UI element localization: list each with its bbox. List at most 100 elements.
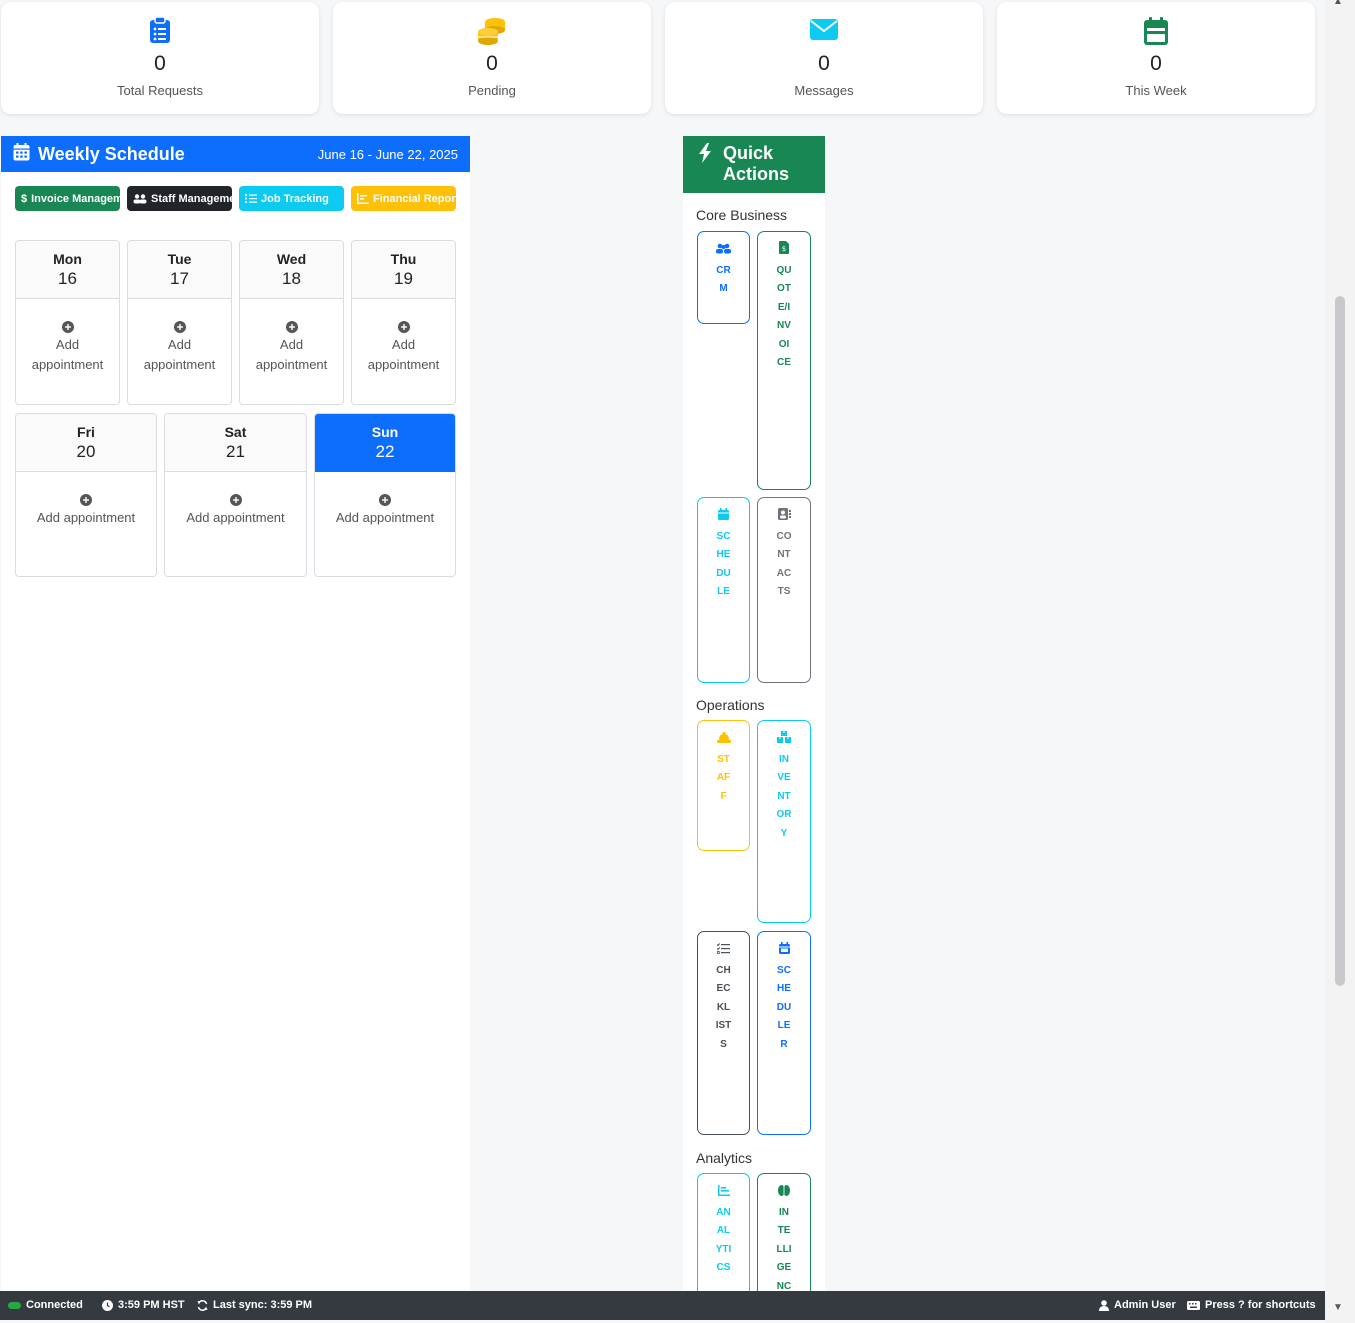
- contacts-button[interactable]: CONTACTS: [757, 497, 811, 683]
- quick-actions-header: Quick Actions: [683, 136, 825, 193]
- add-appointment-button[interactable]: Add appointment: [352, 299, 455, 375]
- keyboard-shortcuts-text: Press ? for shortcuts: [1205, 1299, 1316, 1311]
- current-time-text: 3:59 PM HST: [118, 1299, 185, 1311]
- day-number: 16: [58, 269, 77, 288]
- crm-label: CRM: [716, 265, 731, 295]
- day-header: Tue 17: [128, 241, 231, 299]
- day-name: Tue: [167, 251, 192, 267]
- user-name: Admin User: [1114, 1299, 1176, 1311]
- staff-label: STAFF: [716, 754, 731, 802]
- chart-icon: [717, 1185, 730, 1196]
- plus-circle-icon: [397, 321, 410, 333]
- add-appointment-label: Add appointment: [143, 337, 216, 372]
- section-title-analytics: Analytics: [696, 1150, 753, 1166]
- add-appointment-label: Add appointment: [335, 510, 435, 525]
- financial-reports-label: Financial Reports: [373, 192, 456, 205]
- plus-circle-icon: [173, 321, 186, 333]
- scheduler-button[interactable]: SCHEDULER: [757, 931, 811, 1135]
- day-card-fri[interactable]: Fri 20 Add appointment: [15, 413, 157, 577]
- stat-value: 0: [486, 52, 498, 75]
- day-number: 19: [394, 269, 413, 288]
- contacts-label: CONTACTS: [776, 531, 792, 598]
- scroll-up-arrow-icon[interactable]: ▲: [1333, 0, 1343, 7]
- day-name: Fri: [77, 424, 95, 440]
- add-appointment-button[interactable]: Add appointment: [315, 472, 455, 528]
- chart-icon: [357, 193, 369, 204]
- stat-label: Pending: [468, 83, 516, 98]
- day-name: Wed: [276, 251, 307, 267]
- day-card-sat[interactable]: Sat 21 Add appointment: [164, 413, 307, 577]
- boxes-icon: [777, 731, 791, 743]
- last-sync-text: Last sync: 3:59 PM: [213, 1299, 313, 1311]
- quote-invoice-button[interactable]: $ QUOTE/INVOICE: [757, 231, 811, 490]
- plus-circle-icon: [379, 494, 391, 506]
- day-number: 21: [226, 442, 245, 461]
- user-icon: [1099, 1299, 1109, 1311]
- coins-icon: [333, 16, 651, 46]
- checklists-button[interactable]: CHECKLISTS: [697, 931, 750, 1135]
- day-card-thu[interactable]: Thu 19 Add appointment: [351, 240, 456, 405]
- users-icon: [716, 243, 731, 254]
- day-card-sun-today[interactable]: Sun 22 Add appointment: [314, 413, 456, 577]
- job-tracking-label: Job Tracking: [261, 192, 329, 205]
- crm-button[interactable]: CRM: [697, 231, 750, 324]
- plus-circle-icon: [80, 494, 92, 506]
- current-time: 3:59 PM HST: [102, 1299, 185, 1311]
- staff-management-button[interactable]: Staff Management: [127, 186, 232, 211]
- keyboard-shortcuts-hint[interactable]: Press ? for shortcuts: [1187, 1299, 1316, 1311]
- staff-button[interactable]: STAFF: [697, 720, 750, 851]
- bolt-icon: [699, 143, 711, 163]
- add-appointment-button[interactable]: Add appointment: [240, 299, 343, 375]
- plus-circle-icon: [285, 321, 298, 333]
- tasks-icon: [245, 194, 257, 203]
- quote-invoice-label: QUOTE/INVOICE: [776, 265, 792, 369]
- section-title-core-business: Core Business: [696, 207, 788, 223]
- add-appointment-button[interactable]: Add appointment: [128, 299, 231, 375]
- day-name: Mon: [53, 251, 82, 267]
- weekly-schedule-header: Weekly Schedule June 16 - June 22, 2025: [1, 136, 470, 172]
- last-sync: Last sync: 3:59 PM: [197, 1299, 312, 1311]
- schedule-button[interactable]: SCHEDULE: [697, 497, 750, 683]
- plus-circle-icon: [61, 321, 74, 333]
- inventory-button[interactable]: INVENTORY: [757, 720, 811, 923]
- add-appointment-label: Add appointment: [367, 337, 440, 372]
- users-icon: [133, 193, 147, 203]
- job-tracking-button[interactable]: Job Tracking: [239, 186, 344, 211]
- scroll-down-arrow-icon[interactable]: ▼: [1333, 1302, 1343, 1313]
- clipboard-list-icon: [1, 16, 319, 44]
- day-header: Sun 22: [315, 414, 455, 472]
- connection-status-text: Connected: [26, 1299, 83, 1311]
- day-card-wed[interactable]: Wed 18 Add appointment: [239, 240, 344, 405]
- keyboard-icon: [1187, 1300, 1200, 1310]
- stat-label: Messages: [794, 83, 854, 98]
- day-number: 20: [76, 442, 96, 461]
- invoice-management-button[interactable]: $ Invoice Management: [15, 186, 120, 211]
- financial-reports-button[interactable]: Financial Reports: [351, 186, 456, 211]
- day-number: 17: [170, 269, 189, 288]
- user-menu[interactable]: Admin User: [1099, 1299, 1176, 1311]
- quick-actions-panel: Quick Actions Core Business CRM $ QUOTE/…: [683, 136, 825, 1313]
- stat-card-this-week: 0 This Week: [997, 2, 1315, 114]
- address-book-icon: [777, 508, 791, 520]
- invoice-icon: $: [779, 241, 789, 254]
- day-card-mon[interactable]: Mon 16 Add appointment: [15, 240, 120, 405]
- calendar-icon: [997, 16, 1315, 46]
- weekly-schedule-panel: Weekly Schedule June 16 - June 22, 2025 …: [1, 136, 470, 1291]
- add-appointment-button[interactable]: Add appointment: [16, 472, 156, 528]
- dollar-icon: $: [21, 192, 28, 205]
- stat-label: This Week: [1125, 83, 1187, 98]
- analytics-label: ANALYTICS: [715, 1207, 732, 1274]
- day-header: Thu 19: [352, 241, 455, 299]
- connection-status: Connected: [8, 1299, 83, 1311]
- add-appointment-button[interactable]: Add appointment: [165, 472, 306, 528]
- quick-actions-title: Quick Actions: [723, 143, 790, 184]
- tasks-icon: [716, 943, 730, 954]
- stat-card-messages: 0 Messages: [665, 2, 983, 114]
- stat-card-pending: 0 Pending: [333, 2, 651, 114]
- day-card-tue[interactable]: Tue 17 Add appointment: [127, 240, 232, 405]
- day-name: Thu: [390, 251, 417, 267]
- scrollbar-thumb[interactable]: [1335, 296, 1345, 986]
- envelope-icon: [665, 16, 983, 42]
- add-appointment-button[interactable]: Add appointment: [16, 299, 119, 375]
- add-appointment-label: Add appointment: [36, 510, 136, 525]
